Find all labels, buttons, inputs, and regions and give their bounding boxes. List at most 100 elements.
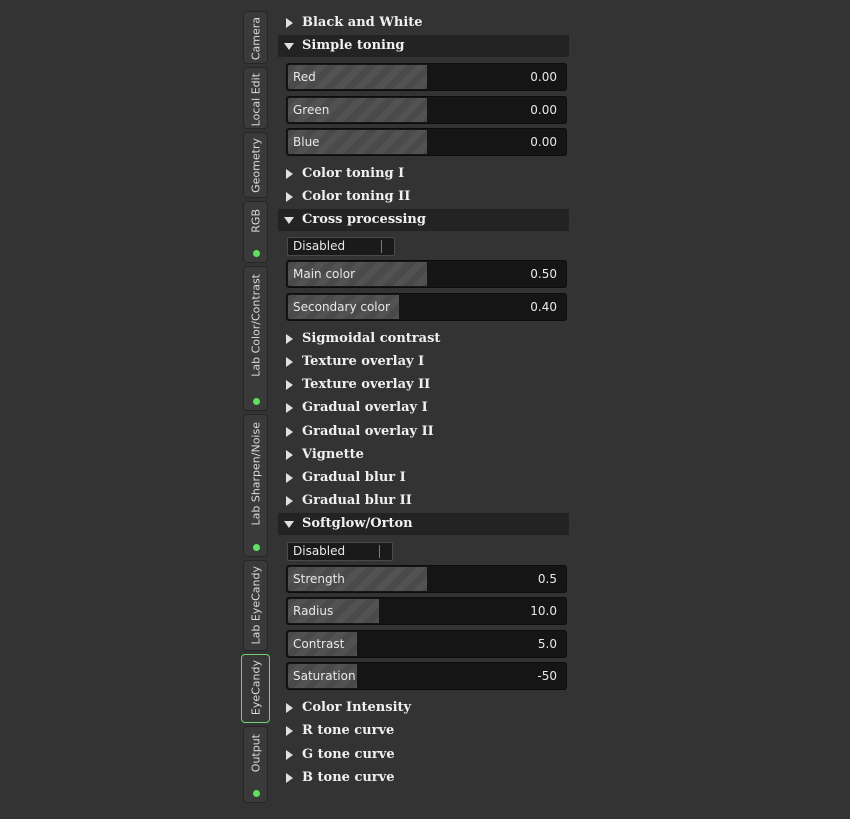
expand-arrow-icon: [284, 163, 296, 185]
section-title: Vignette: [302, 447, 364, 462]
section-title: Color toning I: [302, 166, 405, 181]
tab-lab-eyecandy-label: Lab EyeCandy: [249, 566, 262, 645]
tab-eyecandy[interactable]: EyeCandy: [241, 654, 270, 723]
expand-arrow-icon: [284, 720, 296, 742]
strength-slider[interactable]: Strength 0.5: [286, 565, 567, 593]
section-b-tone-curve[interactable]: B tone curve: [278, 767, 569, 789]
slider-label: Secondary color: [293, 300, 390, 314]
tab-lab-sharpen-noise[interactable]: Lab Sharpen/Noise: [243, 414, 268, 557]
select-divider: [379, 545, 380, 558]
expand-arrow-icon: [284, 328, 296, 350]
cross-processing-mode-select[interactable]: Disabled: [287, 237, 395, 256]
section-title: Gradual overlay I: [302, 400, 428, 415]
slider-value: 0.00: [530, 135, 557, 149]
slider-value: 0.00: [530, 103, 557, 117]
section-gradual-blur-1[interactable]: Gradual blur I: [278, 467, 569, 489]
section-title: Softglow/Orton: [302, 516, 413, 531]
section-title: Cross processing: [302, 212, 426, 227]
section-vignette[interactable]: Vignette: [278, 444, 569, 466]
softglow-mode-select[interactable]: Disabled: [287, 542, 393, 561]
expand-arrow-icon: [284, 767, 296, 789]
section-cross-processing[interactable]: Cross processing: [278, 209, 569, 231]
blue-slider[interactable]: Blue 0.00: [286, 128, 567, 156]
slider-value: 5.0: [537, 637, 557, 651]
expand-arrow-icon: [284, 744, 296, 766]
tab-geometry-label: Geometry: [249, 138, 262, 193]
expand-arrow-icon: [284, 374, 296, 396]
slider-value: 0.00: [530, 70, 557, 84]
slider-value: -50: [537, 669, 557, 683]
select-divider: [381, 240, 382, 253]
rgb-status-dot: [252, 250, 260, 257]
radius-slider[interactable]: Radius 10.0: [286, 597, 567, 625]
lab-color-contrast-status-dot: [252, 398, 260, 405]
tab-camera[interactable]: Camera: [243, 11, 268, 64]
section-title: Color toning II: [302, 189, 411, 204]
collapse-arrow-icon: [284, 513, 296, 535]
section-simple-toning[interactable]: Simple toning: [278, 35, 569, 57]
section-texture-overlay-1[interactable]: Texture overlay I: [278, 351, 569, 373]
secondary-color-slider[interactable]: Secondary color 0.40: [286, 293, 567, 321]
section-gradual-overlay-2[interactable]: Gradual overlay II: [278, 421, 569, 443]
section-title: Texture overlay I: [302, 354, 425, 369]
select-value: Disabled: [293, 544, 346, 558]
section-black-and-white[interactable]: Black and White: [278, 12, 569, 34]
section-title: Gradual blur II: [302, 493, 412, 508]
tab-output[interactable]: Output: [243, 726, 268, 803]
expand-arrow-icon: [284, 397, 296, 419]
section-color-toning-2[interactable]: Color toning II: [278, 186, 569, 208]
tab-lab-color-contrast[interactable]: Lab Color/Contrast: [243, 266, 268, 411]
section-title: Color Intensity: [302, 700, 412, 715]
tab-lab-sharpen-noise-label: Lab Sharpen/Noise: [249, 422, 262, 526]
collapse-arrow-icon: [284, 209, 296, 231]
slider-label: Blue: [293, 135, 320, 149]
expand-arrow-icon: [284, 697, 296, 719]
section-sigmoidal-contrast[interactable]: Sigmoidal contrast: [278, 328, 569, 350]
slider-label: Contrast: [293, 637, 345, 651]
expand-arrow-icon: [284, 490, 296, 512]
slider-value: 0.50: [530, 267, 557, 281]
expand-arrow-icon: [284, 421, 296, 443]
section-r-tone-curve[interactable]: R tone curve: [278, 720, 569, 742]
tab-rgb[interactable]: RGB: [243, 201, 268, 263]
slider-label: Radius: [293, 604, 334, 618]
section-title: Gradual blur I: [302, 470, 406, 485]
tab-rgb-label: RGB: [249, 209, 262, 233]
section-title: Gradual overlay II: [302, 424, 434, 439]
slider-label: Strength: [293, 572, 345, 586]
section-gradual-overlay-1[interactable]: Gradual overlay I: [278, 397, 569, 419]
tab-lab-eyecandy[interactable]: Lab EyeCandy: [243, 560, 268, 651]
section-title: Sigmoidal contrast: [302, 331, 441, 346]
expand-arrow-icon: [284, 186, 296, 208]
section-gradual-blur-2[interactable]: Gradual blur II: [278, 490, 569, 512]
slider-value: 10.0: [530, 604, 557, 618]
slider-label: Saturation: [293, 669, 356, 683]
section-title: R tone curve: [302, 723, 395, 738]
tab-lab-color-contrast-label: Lab Color/Contrast: [249, 274, 262, 377]
select-value: Disabled: [293, 239, 346, 253]
section-title: Texture overlay II: [302, 377, 431, 392]
expand-arrow-icon: [284, 467, 296, 489]
section-g-tone-curve[interactable]: G tone curve: [278, 744, 569, 766]
contrast-slider[interactable]: Contrast 5.0: [286, 630, 567, 658]
section-color-intensity[interactable]: Color Intensity: [278, 697, 569, 719]
expand-arrow-icon: [284, 444, 296, 466]
tab-geometry[interactable]: Geometry: [243, 132, 268, 198]
green-slider[interactable]: Green 0.00: [286, 96, 567, 124]
tab-local-edit-label: Local Edit: [249, 73, 262, 127]
saturation-slider[interactable]: Saturation -50: [286, 662, 567, 690]
section-title: Black and White: [302, 15, 423, 30]
section-softglow-orton[interactable]: Softglow/Orton: [278, 513, 569, 535]
section-title: Simple toning: [302, 38, 405, 53]
tab-output-label: Output: [249, 734, 262, 773]
section-texture-overlay-2[interactable]: Texture overlay II: [278, 374, 569, 396]
tab-local-edit[interactable]: Local Edit: [243, 67, 268, 129]
slider-value: 0.40: [530, 300, 557, 314]
main-color-slider[interactable]: Main color 0.50: [286, 260, 567, 288]
red-slider[interactable]: Red 0.00: [286, 63, 567, 91]
expand-arrow-icon: [284, 351, 296, 373]
output-status-dot: [252, 790, 260, 797]
tab-camera-label: Camera: [249, 17, 262, 61]
slider-label: Green: [293, 103, 330, 117]
section-color-toning-1[interactable]: Color toning I: [278, 163, 569, 185]
